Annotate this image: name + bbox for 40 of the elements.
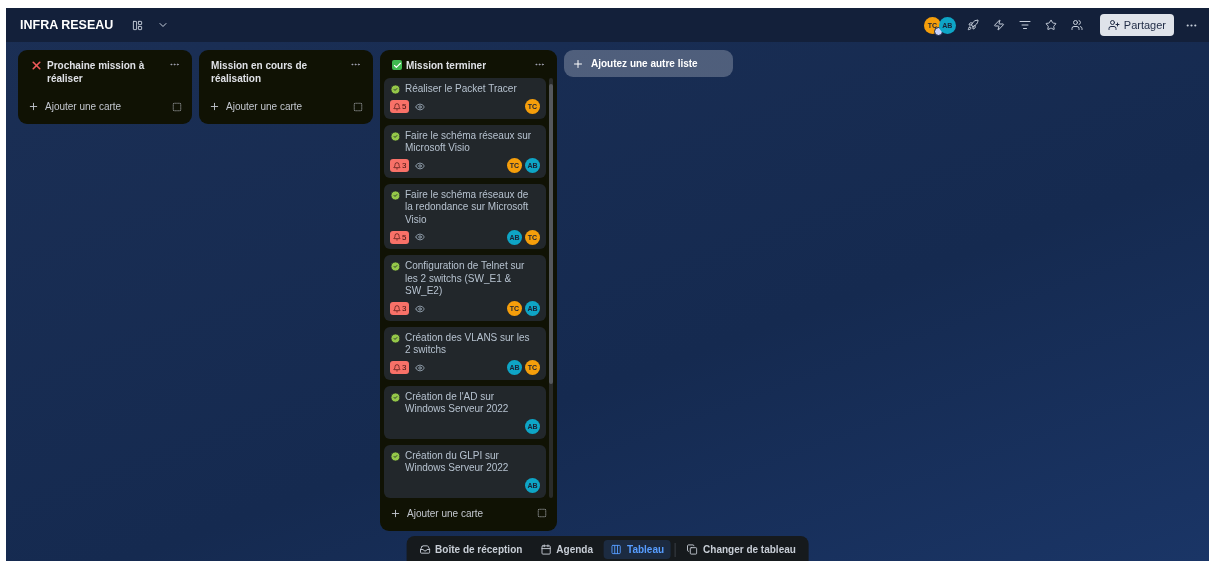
plus-icon xyxy=(28,101,39,112)
card-title: Création des VLANS sur les 2 switchs xyxy=(405,331,531,357)
stacked-boards-icon xyxy=(687,544,699,555)
notification-badge: 3 xyxy=(390,159,410,172)
notification-badge: 3 xyxy=(390,361,410,374)
add-card-button[interactable]: Ajouter une carte xyxy=(203,95,369,118)
checkbox-icon xyxy=(392,60,402,70)
nav-tab[interactable]: Changer de tableau xyxy=(680,540,803,559)
add-list-button[interactable]: Ajoutez une autre liste xyxy=(564,50,733,77)
template-icon[interactable] xyxy=(537,508,547,518)
card-title: Création de l'AD sur Windows Serveur 2022 xyxy=(405,390,510,416)
nav-tab[interactable]: Boîte de réception xyxy=(412,540,530,559)
card-title: Configuration de Telnet sur les 2 switchs (SW_E1 & SW_E2) xyxy=(405,260,526,298)
card-title: Création du GLPI sur Windows Serveur 2022 xyxy=(405,449,510,475)
board-title: INFRA RESEAU xyxy=(20,18,114,32)
card-title: Réaliser le Packet Tracer xyxy=(405,83,518,96)
template-icon[interactable] xyxy=(353,101,363,112)
notification-badge: 5 xyxy=(390,100,410,113)
share-button[interactable]: Partager xyxy=(1099,14,1174,36)
list-title: Prochaine mission à réaliser xyxy=(47,59,146,85)
add-user-icon xyxy=(1107,19,1120,31)
template-icon[interactable] xyxy=(172,101,182,112)
calendar-icon xyxy=(540,544,552,555)
add-card-button[interactable]: Ajouter une carte xyxy=(22,95,188,118)
columns-icon xyxy=(611,544,623,555)
add-card-button[interactable]: Ajouter une carte xyxy=(384,501,553,525)
cross-icon xyxy=(30,59,43,72)
card-title: Faire le schéma réseaux de la redondance sur Microsoft Visio xyxy=(405,188,530,226)
plus-icon xyxy=(209,101,220,112)
plus-icon xyxy=(572,57,584,70)
nav-tab[interactable]: Agenda xyxy=(533,540,601,559)
card-title: Faire le schéma réseaux sur Microsoft Visio xyxy=(405,129,533,155)
scrollbar[interactable] xyxy=(549,78,553,498)
inbox-icon xyxy=(419,544,431,555)
notification-badge: 3 xyxy=(390,302,410,315)
nav-tab[interactable]: Tableau xyxy=(604,540,672,559)
list-title: Mission terminer xyxy=(406,59,488,72)
plus-icon xyxy=(390,507,401,519)
list-title: Mission en cours de réalisation xyxy=(211,59,309,85)
notification-badge: 5 xyxy=(390,230,410,244)
